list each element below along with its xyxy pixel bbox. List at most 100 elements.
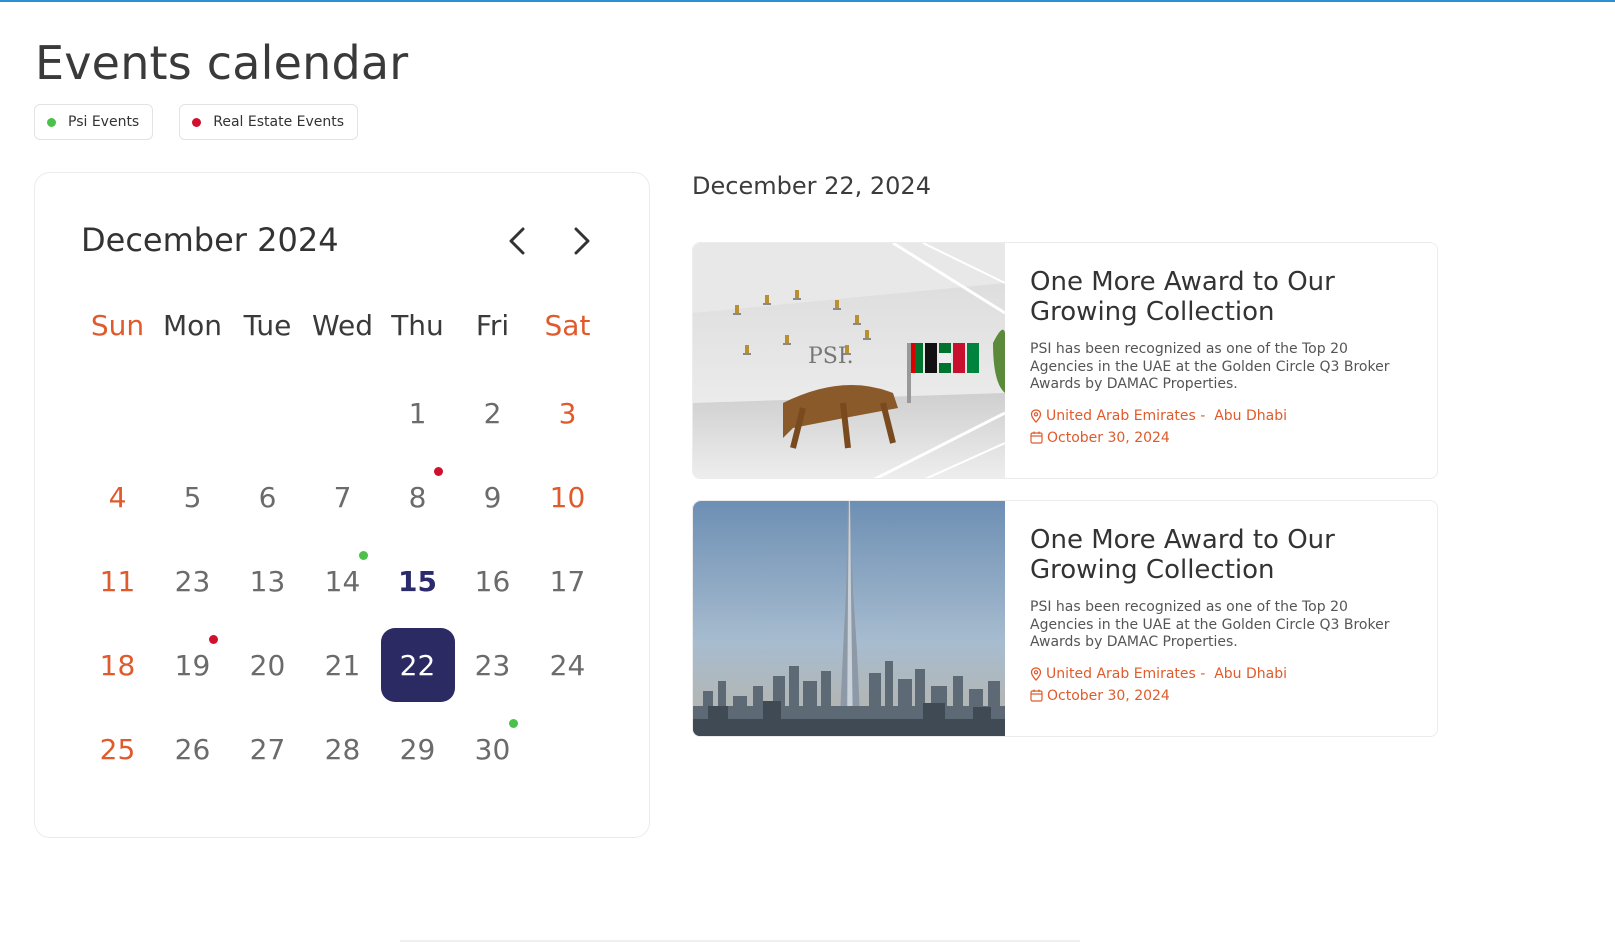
event-card[interactable]: One More Award to Our Growing Collection… <box>692 500 1438 737</box>
calendar-day-number: 18 <box>99 648 136 682</box>
calendar-day[interactable]: 22 <box>380 623 455 707</box>
event-description: PSI has been recognized as one of the To… <box>1030 599 1390 650</box>
event-card[interactable]: PSI. One More Award to Our Growing Colle… <box>692 242 1438 479</box>
event-title[interactable]: One More Award to Our Growing Collection <box>1030 525 1350 585</box>
weekday-fri: Fri <box>475 309 510 342</box>
event-date-text: October 30, 2024 <box>1047 687 1170 704</box>
event-body: One More Award to Our Growing Collection… <box>1005 243 1434 478</box>
event-location-text: United Arab Emirates - Abu Dhabi <box>1046 407 1288 424</box>
psi-event-dot <box>509 719 518 728</box>
calendar-day[interactable]: 8 <box>380 455 455 539</box>
calendar-day-number: 27 <box>249 732 286 766</box>
event-date: October 30, 2024 <box>1030 688 1410 704</box>
calendar-day[interactable]: 24 <box>530 623 605 707</box>
event-image: PSI. <box>693 243 1005 478</box>
weekday-tue: Tue <box>243 309 292 342</box>
calendar-day-number: 13 <box>249 564 286 598</box>
calendar-day[interactable]: 19 <box>155 623 230 707</box>
selected-date-heading: December 22, 2024 <box>692 172 931 200</box>
calendar-day[interactable]: 17 <box>530 539 605 623</box>
calendar-day[interactable]: 15 <box>380 539 455 623</box>
calendar-day[interactable]: 30 <box>455 707 530 791</box>
calendar-day[interactable]: 16 <box>455 539 530 623</box>
calendar-day[interactable]: 26 <box>155 707 230 791</box>
event-title[interactable]: One More Award to Our Growing Collection <box>1030 267 1350 327</box>
top-accent-line <box>0 0 1615 2</box>
calendar-empty-cell <box>155 371 230 455</box>
calendar-day[interactable]: 20 <box>230 623 305 707</box>
event-date-text: October 30, 2024 <box>1047 429 1170 446</box>
calendar-day[interactable]: 27 <box>230 707 305 791</box>
calendar-day-number: 20 <box>249 648 286 682</box>
calendar-day[interactable]: 23 <box>155 539 230 623</box>
psi-events-dot <box>47 117 56 127</box>
next-month-button[interactable] <box>564 223 600 259</box>
calendar-day-number: 29 <box>399 732 436 766</box>
calendar-day[interactable]: 29 <box>380 707 455 791</box>
calendar-day[interactable]: 3 <box>530 371 605 455</box>
calendar-empty-cell <box>305 371 380 455</box>
calendar-day-number: 14 <box>324 564 361 598</box>
legend-psi-events[interactable]: Psi Events <box>34 104 154 140</box>
real-estate-event-dot <box>209 635 218 644</box>
calendar-month-label: December 2024 <box>81 221 339 259</box>
previous-month-button[interactable] <box>499 223 535 259</box>
calendar-day-number: 6 <box>258 480 277 514</box>
weekday-header: Sun Mon Tue Wed Thu Fri Sat <box>80 309 605 342</box>
calendar-day[interactable]: 21 <box>305 623 380 707</box>
calendar-day[interactable]: 25 <box>80 707 155 791</box>
calendar-day[interactable]: 18 <box>80 623 155 707</box>
calendar-day-number: 28 <box>324 732 361 766</box>
event-date: October 30, 2024 <box>1030 430 1410 446</box>
calendar-day-number: 5 <box>183 480 202 514</box>
psi-event-dot <box>359 551 368 560</box>
calendar-day[interactable]: 11 <box>80 539 155 623</box>
calendar-day-number: 16 <box>474 564 511 598</box>
calendar-icon <box>1030 689 1043 702</box>
calendar-day-number: 25 <box>99 732 136 766</box>
real-estate-events-dot <box>192 117 202 127</box>
calendar-day[interactable]: 1 <box>380 371 455 455</box>
calendar-day[interactable]: 28 <box>305 707 380 791</box>
calendar-day[interactable]: 4 <box>80 455 155 539</box>
legend-real-estate-events[interactable]: Real Estate Events <box>179 104 359 140</box>
real-estate-event-dot <box>434 467 443 476</box>
calendar-day[interactable]: 2 <box>455 371 530 455</box>
calendar-day-number: 26 <box>174 732 211 766</box>
location-pin-icon <box>1030 408 1042 423</box>
legend-label: Psi Events <box>68 114 140 130</box>
weekday-thu: Thu <box>391 309 444 342</box>
calendar-day[interactable]: 5 <box>155 455 230 539</box>
calendar-day-number: 17 <box>549 564 586 598</box>
calendar-day[interactable]: 23 <box>455 623 530 707</box>
location-pin-icon <box>1030 666 1042 681</box>
calendar-day[interactable]: 14 <box>305 539 380 623</box>
calendar-day-grid: 1 2 3 4 5 6 7 8 9 10 11 23 13 14 15 16 17 18 19 20 21 22 23 24 2… <box>80 371 605 791</box>
calendar-day-number: 8 <box>408 480 427 514</box>
calendar-day[interactable]: 13 <box>230 539 305 623</box>
chevron-right-icon <box>574 227 590 255</box>
weekday-wed: Wed <box>311 309 374 342</box>
calendar-day[interactable]: 9 <box>455 455 530 539</box>
calendar-day[interactable]: 10 <box>530 455 605 539</box>
calendar-day-number: 23 <box>174 564 211 598</box>
calendar-empty-cell <box>230 371 305 455</box>
event-body: One More Award to Our Growing Collection… <box>1005 501 1434 736</box>
calendar-day[interactable]: 6 <box>230 455 305 539</box>
chevron-left-icon <box>509 227 525 255</box>
weekday-mon: Mon <box>162 309 223 342</box>
calendar-empty-cell <box>80 371 155 455</box>
calendar-day-number: 24 <box>549 648 586 682</box>
calendar-day-number: 22 <box>380 628 455 702</box>
calendar-icon <box>1030 431 1043 444</box>
calendar-day[interactable]: 7 <box>305 455 380 539</box>
psi-logo-text: PSI. <box>808 344 854 369</box>
weekday-sat: Sat <box>544 309 591 342</box>
calendar-day-number: 3 <box>558 396 577 430</box>
calendar-day-number: 19 <box>174 648 211 682</box>
event-description: PSI has been recognized as one of the To… <box>1030 341 1390 392</box>
event-location: United Arab Emirates - Abu Dhabi <box>1030 408 1410 424</box>
event-image <box>693 501 1005 736</box>
page-title: Events calendar <box>35 36 409 90</box>
calendar-day-number: 7 <box>333 480 352 514</box>
